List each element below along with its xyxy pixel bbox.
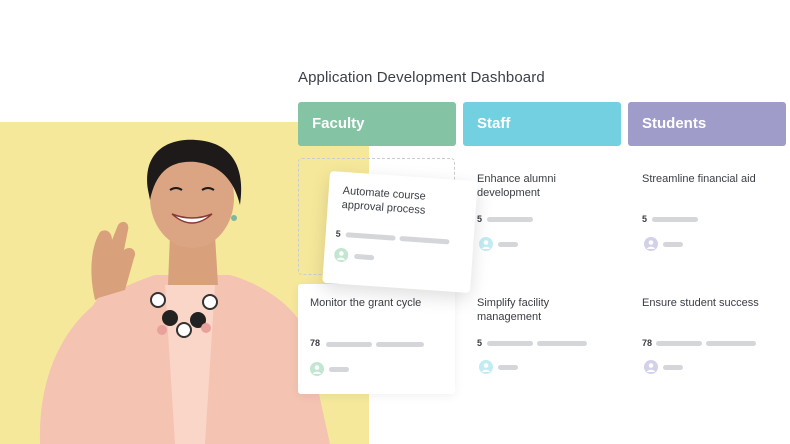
card-count: 78 — [310, 338, 321, 348]
card-title: Enhance alumni development — [477, 173, 556, 199]
progress-bar — [487, 217, 533, 222]
card-monitor-grant-cycle[interactable]: Monitor the grant cycle 78 — [298, 284, 455, 394]
card-count: 78 — [642, 338, 653, 348]
column-header-faculty[interactable]: Faculty — [298, 102, 456, 146]
progress-bar — [399, 235, 450, 245]
card-automate-course-approval-dragging[interactable]: Automate course approval process 5 — [322, 170, 478, 294]
assignee-bar — [663, 242, 683, 247]
progress-bar — [487, 341, 533, 346]
progress-bar — [326, 342, 372, 347]
user-avatar-icon[interactable] — [310, 362, 324, 376]
progress-bar — [345, 232, 396, 241]
assignee-bar — [329, 367, 349, 372]
assignee-bar — [498, 365, 518, 370]
card-count: 5 — [335, 228, 342, 239]
card-count: 5 — [477, 338, 483, 348]
assignee-bar — [354, 253, 375, 261]
user-avatar-icon[interactable] — [333, 247, 349, 263]
progress-bar — [652, 217, 698, 222]
column-header-students[interactable]: Students — [628, 102, 786, 146]
card-ensure-student-success[interactable]: Ensure student success 78 — [630, 284, 785, 394]
card-streamline-financial-aid[interactable]: Streamline financial aid 5 — [630, 160, 785, 260]
user-avatar-icon[interactable] — [479, 237, 493, 251]
card-count: 5 — [642, 214, 648, 224]
assignee-bar — [663, 365, 683, 370]
user-avatar-icon[interactable] — [644, 360, 658, 374]
card-title: Simplify facility management — [477, 297, 550, 323]
user-avatar-icon[interactable] — [479, 360, 493, 374]
progress-bar — [376, 342, 424, 347]
assignee-bar — [498, 242, 518, 247]
card-enhance-alumni-development[interactable]: Enhance alumni development 5 — [465, 160, 620, 260]
column-header-staff[interactable]: Staff — [463, 102, 621, 146]
card-simplify-facility-management[interactable]: Simplify facility management 5 — [465, 284, 620, 394]
card-title: Streamline financial aid — [642, 173, 756, 185]
progress-bar — [537, 341, 587, 346]
card-count: 5 — [477, 214, 483, 224]
dashboard-title: Application Development Dashboard — [298, 69, 545, 86]
card-title: Ensure student success — [642, 297, 759, 309]
card-title: Automate course approval process — [341, 184, 427, 217]
progress-bar — [656, 341, 702, 346]
progress-bar — [706, 341, 756, 346]
user-avatar-icon[interactable] — [644, 237, 658, 251]
card-title: Monitor the grant cycle — [310, 297, 422, 309]
